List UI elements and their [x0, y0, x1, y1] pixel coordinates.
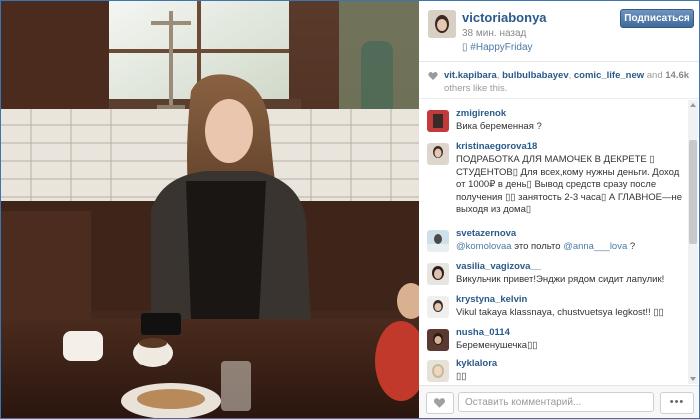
author-username[interactable]: victoriabonya: [462, 10, 547, 25]
liker-link[interactable]: bulbulbabayev: [502, 70, 569, 81]
comment-text: ▯▯: [456, 371, 467, 382]
heart-icon: [433, 398, 446, 408]
avatar-image: [427, 230, 449, 252]
commenter-avatar[interactable]: [427, 143, 449, 165]
commenter-avatar[interactable]: [427, 360, 449, 382]
commenter-avatar[interactable]: [427, 110, 449, 132]
mention-link[interactable]: @anna___lova: [563, 241, 627, 252]
liker-link[interactable]: vit.kapibara: [444, 70, 497, 81]
comment-input[interactable]: [458, 392, 654, 412]
avatar-image: [427, 360, 449, 382]
avatar-image: [427, 329, 449, 351]
comment-bar: •••: [419, 385, 699, 418]
commenter-avatar[interactable]: [427, 263, 449, 285]
comment-text: Вика беременная ?: [456, 121, 542, 132]
more-options-button[interactable]: •••: [660, 392, 694, 414]
mention-link[interactable]: @komolovaa: [456, 241, 512, 252]
comment-username[interactable]: krystyna_kelvin: [456, 294, 527, 305]
comments-list: zmigirenok Вика беременная ? kristinaego…: [419, 100, 687, 384]
avatar-image: [427, 110, 449, 132]
author-avatar[interactable]: [428, 10, 456, 38]
comment-text: @komolovaa это польто @anna___lova ?: [456, 241, 684, 254]
instagram-post-window: victoriabonya 38 мин. назад ▯ #HappyFrid…: [0, 0, 700, 419]
avatar-image: [427, 263, 449, 285]
likes-others: others like this.: [444, 83, 508, 94]
scroll-down-arrow-icon[interactable]: [690, 377, 696, 381]
comment-username[interactable]: zmigirenok: [456, 108, 506, 119]
likes-text: vit.kapibara, bulbulbabayev, comic_life_…: [444, 69, 692, 95]
comment-text: Викульчик привет!Энджи рядом сидит лапул…: [456, 274, 665, 285]
comment-text: Vikul takaya klassnaya, chustvuetsya leg…: [456, 307, 664, 318]
scroll-thumb[interactable]: [689, 140, 697, 244]
post-caption[interactable]: ▯ #HappyFriday: [462, 42, 533, 53]
comment-username[interactable]: kyklalora: [456, 358, 497, 369]
follow-button[interactable]: Подписаться: [620, 9, 694, 28]
commenter-avatar[interactable]: [427, 230, 449, 252]
comment-text: ПОДРАБОТКА ДЛЯ МАМОЧЕК В ДЕКРЕТЕ ▯ СТУДЕ…: [456, 154, 683, 215]
comment-username[interactable]: vasilia_vagizova__: [456, 261, 541, 272]
likes-summary: vit.kapibara, bulbulbabayev, comic_life_…: [419, 62, 699, 99]
scroll-up-arrow-icon[interactable]: [690, 103, 696, 107]
comment-text: Беременушечка▯▯: [456, 340, 538, 351]
avatar-image: [427, 143, 449, 165]
comment-username[interactable]: kristinaegorova18: [456, 141, 537, 152]
likes-and: and: [644, 70, 666, 81]
post-header: victoriabonya 38 мин. назад ▯ #HappyFrid…: [419, 1, 699, 62]
comment-username[interactable]: svetazernova: [456, 228, 516, 239]
comment-text-part: это польто: [511, 241, 564, 252]
comment-text-part: ?: [627, 241, 636, 252]
like-button[interactable]: [426, 392, 454, 414]
post-sidebar: victoriabonya 38 мин. назад ▯ #HappyFrid…: [419, 1, 699, 418]
heart-icon: [428, 71, 438, 80]
liker-link[interactable]: comic_life_new: [574, 70, 644, 81]
avatar-image: [428, 10, 456, 38]
photo-illustration: [1, 1, 419, 418]
comment-username[interactable]: nusha_0114: [456, 327, 510, 338]
likes-count[interactable]: 14.6k: [665, 70, 689, 81]
avatar-image: [427, 296, 449, 318]
post-time: 38 мин. назад: [462, 28, 527, 39]
more-icon: •••: [669, 396, 685, 408]
commenter-avatar[interactable]: [427, 296, 449, 318]
comments-scrollbar[interactable]: [688, 100, 698, 384]
post-photo[interactable]: [1, 1, 419, 418]
commenter-avatar[interactable]: [427, 329, 449, 351]
